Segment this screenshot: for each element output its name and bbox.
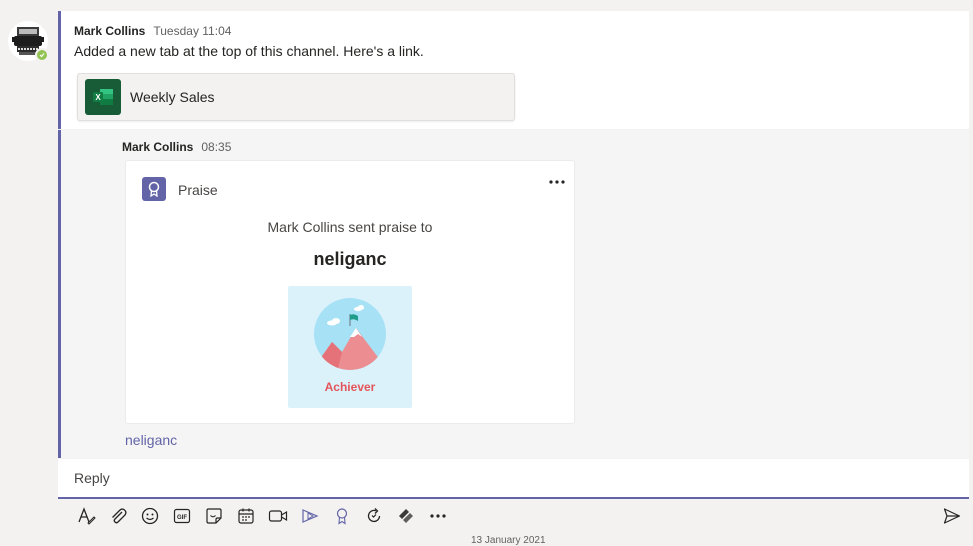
presence-available-icon bbox=[35, 48, 49, 62]
send-icon bbox=[943, 508, 961, 524]
send-button[interactable] bbox=[940, 504, 964, 528]
composer-toolbar: GIF bbox=[70, 504, 454, 528]
reply-timestamp: 08:35 bbox=[201, 140, 232, 154]
sticker-icon[interactable] bbox=[198, 504, 230, 528]
message-timestamp: Tuesday 11:04 bbox=[153, 24, 232, 38]
badge-title: Achiever bbox=[324, 380, 376, 394]
praise-app-icon bbox=[142, 177, 166, 201]
author-name[interactable]: Mark Collins bbox=[74, 24, 145, 38]
gif-icon[interactable]: GIF bbox=[166, 504, 198, 528]
stream-icon[interactable] bbox=[294, 504, 326, 528]
format-icon[interactable] bbox=[70, 504, 102, 528]
more-options-icon[interactable] bbox=[548, 175, 566, 189]
author-avatar[interactable] bbox=[8, 21, 49, 62]
reply-input[interactable] bbox=[74, 459, 934, 497]
app-icon[interactable] bbox=[390, 504, 422, 528]
tab-link-card[interactable]: X Weekly Sales bbox=[77, 73, 515, 121]
attach-icon[interactable] bbox=[102, 504, 134, 528]
svg-text:GIF: GIF bbox=[177, 515, 187, 521]
root-message: Mark Collins Tuesday 11:04 Added a new ta… bbox=[58, 11, 969, 129]
praise-card: Praise Mark Collins sent praise to nelig… bbox=[125, 160, 575, 424]
achiever-badge: Achiever bbox=[288, 286, 412, 408]
praise-sent-text: Mark Collins sent praise to bbox=[267, 219, 433, 235]
reply-header: Mark Collins 08:35 bbox=[122, 140, 231, 154]
meet-now-icon[interactable] bbox=[262, 504, 294, 528]
reply-message: Mark Collins 08:35 Praise Mark Collins se… bbox=[58, 130, 969, 458]
message-text: Added a new tab at the top of this chann… bbox=[74, 43, 424, 59]
svg-text:X: X bbox=[95, 93, 101, 102]
tab-card-title: Weekly Sales bbox=[130, 89, 215, 105]
message-header: Mark Collins Tuesday 11:04 bbox=[74, 24, 231, 38]
mention-link[interactable]: neliganc bbox=[125, 432, 177, 448]
schedule-meeting-icon[interactable] bbox=[230, 504, 262, 528]
praise-label: Praise bbox=[178, 182, 218, 198]
emoji-icon[interactable] bbox=[134, 504, 166, 528]
mountain-flag-icon bbox=[314, 298, 386, 370]
reply-box bbox=[58, 459, 969, 499]
excel-icon: X bbox=[85, 79, 121, 115]
more-options-icon[interactable] bbox=[422, 504, 454, 528]
loop-icon[interactable] bbox=[358, 504, 390, 528]
praise-recipient: neliganc bbox=[313, 249, 387, 269]
praise-icon[interactable] bbox=[326, 504, 358, 528]
reply-author-name[interactable]: Mark Collins bbox=[122, 140, 193, 154]
date-separator: 13 January 2021 bbox=[471, 535, 546, 546]
